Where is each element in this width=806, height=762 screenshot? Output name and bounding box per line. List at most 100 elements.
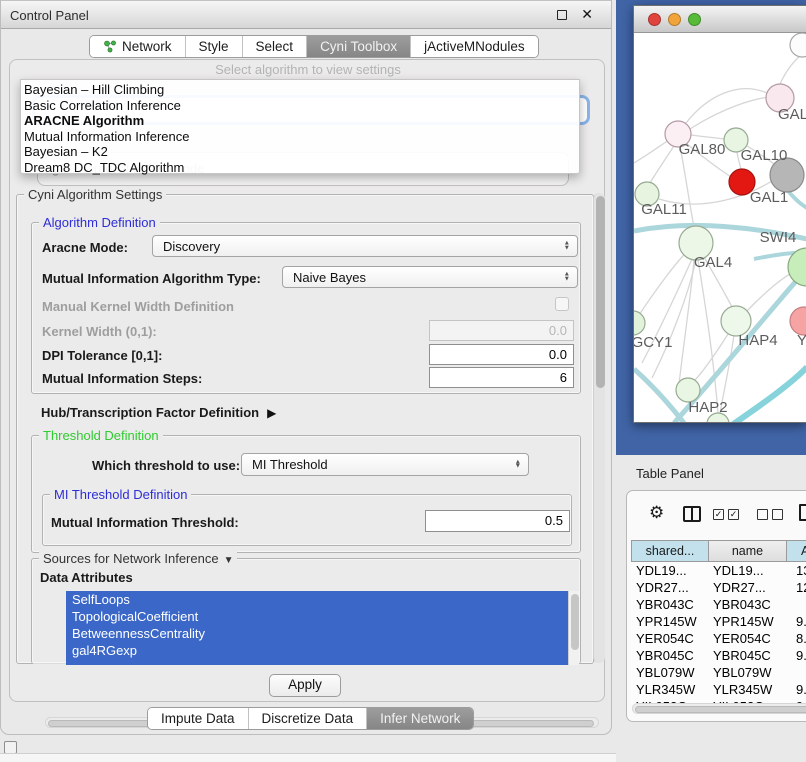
dropdown-item[interactable]: ARACNE Algorithm xyxy=(24,113,579,129)
close-icon[interactable]: ✕ xyxy=(581,6,593,23)
table-row[interactable]: YPR145WYPR145W9. xyxy=(631,613,806,630)
mi-threshold-group: MI Threshold Definition Mutual Informati… xyxy=(42,494,572,546)
table-cell: 8. xyxy=(786,630,806,647)
cyni-algorithm-settings-title: Cyni Algorithm Settings xyxy=(24,187,166,202)
bottom-tabbar: Impute Data Discretize Data Infer Networ… xyxy=(147,707,474,730)
node-label: GAL1 xyxy=(750,189,788,206)
node-label: GAL4 xyxy=(694,254,732,271)
tab-style[interactable]: Style xyxy=(186,36,243,57)
sources-title[interactable]: Sources for Network Inference▼ xyxy=(39,551,237,566)
table-cell: YBR043C xyxy=(631,596,708,613)
table-row[interactable]: YLR345WYLR345W9. xyxy=(631,681,806,698)
cyni-toolbox-panel: Select algorithm to view settings galFil… xyxy=(9,59,605,702)
mi-type-combo[interactable]: Naive Bayes ▲▼ xyxy=(282,266,578,288)
dropdown-item[interactable]: Bayesian – K2 xyxy=(24,144,579,160)
table-row[interactable]: YBR043CYBR043C xyxy=(631,596,806,613)
table-row[interactable]: YDR27...YDR27...12 xyxy=(631,579,806,596)
mac-close-icon[interactable] xyxy=(648,13,661,26)
settings-vscrollbar[interactable] xyxy=(593,193,605,663)
table-cell: 12 xyxy=(786,579,806,596)
which-threshold-combo[interactable]: MI Threshold ▲▼ xyxy=(241,453,529,476)
table-header-row: shared... name A xyxy=(631,540,806,562)
gear-icon[interactable]: ⚙ xyxy=(649,503,664,523)
attribute-list-item[interactable]: BetweennessCentrality xyxy=(66,625,579,642)
network-window-titlebar[interactable] xyxy=(634,6,806,33)
table-cell: YBR043C xyxy=(708,596,786,613)
table-cell xyxy=(786,664,806,681)
kernel-width-label: Kernel Width (0,1): xyxy=(42,324,157,339)
aracne-mode-combo[interactable]: Discovery ▲▼ xyxy=(152,235,578,257)
check-all-icon[interactable]: ✓ xyxy=(713,509,724,520)
hub-section-toggle[interactable]: Hub/Transcription Factor Definition▶ xyxy=(41,405,276,420)
column-header-name[interactable]: name xyxy=(709,541,787,561)
network-edge xyxy=(652,260,696,378)
mi-steps-label: Mutual Information Steps: xyxy=(42,371,202,386)
threshold-definition-group: Threshold Definition Which threshold to … xyxy=(31,435,581,553)
tab-network[interactable]: Network xyxy=(90,36,186,57)
table-cell: 9. xyxy=(786,681,806,698)
tab-infer-network[interactable]: Infer Network xyxy=(367,708,473,729)
float-window-icon[interactable] xyxy=(557,10,567,20)
table-cell: YBR045C xyxy=(631,647,708,664)
tab-discretize-data[interactable]: Discretize Data xyxy=(249,708,368,729)
collapsed-arrow-icon: ▶ xyxy=(267,406,276,420)
node-label: GCY1 xyxy=(634,334,672,351)
sources-group: Sources for Network Inference▼ Data Attr… xyxy=(31,558,581,664)
network-edge xyxy=(634,138,672,163)
dpi-tolerance-field[interactable]: 0.0 xyxy=(429,344,574,365)
network-node[interactable] xyxy=(790,33,806,57)
tab-select[interactable]: Select xyxy=(243,36,308,57)
network-edge xyxy=(690,97,769,129)
dropdown-item[interactable]: Basic Correlation Inference xyxy=(24,98,579,114)
table-row[interactable]: YBL079WYBL079W xyxy=(631,664,806,681)
data-attributes-list[interactable]: SelfLoopsTopologicalCoefficientBetweenne… xyxy=(66,591,579,665)
attribute-list-item[interactable]: gal4RGexp xyxy=(66,642,579,659)
mac-minimize-icon[interactable] xyxy=(668,13,681,26)
table-cell: 9. xyxy=(786,613,806,630)
table-cell: YPR145W xyxy=(708,613,786,630)
control-panel-titlebar[interactable]: Control Panel ✕ xyxy=(1,0,611,29)
table-cell xyxy=(786,596,806,613)
kernel-width-field[interactable]: 0.0 xyxy=(429,320,574,341)
mac-zoom-icon[interactable] xyxy=(688,13,701,26)
dropdown-item[interactable]: Mutual Information Inference xyxy=(24,129,579,145)
dropdown-item[interactable]: Dream8 DC_TDC Algorithm xyxy=(24,160,579,176)
column-header-shared[interactable]: shared... xyxy=(632,541,709,561)
threshold-definition-title: Threshold Definition xyxy=(39,428,163,443)
combo-stepper-icon: ▲▼ xyxy=(564,273,570,282)
manual-kernel-checkbox[interactable] xyxy=(555,297,569,311)
table-hscrollbar[interactable] xyxy=(632,703,806,714)
algorithm-dropdown: Bayesian – Hill ClimbingBasic Correlatio… xyxy=(20,79,580,174)
new-file-icon[interactable] xyxy=(799,504,806,521)
uncheck-all-icon[interactable] xyxy=(757,509,768,520)
tab-cyni-toolbox[interactable]: Cyni Toolbox xyxy=(307,36,411,57)
list-vscrollbar[interactable] xyxy=(568,591,579,665)
tab-jactivemnodules[interactable]: jActiveMNodules xyxy=(411,36,538,57)
network-canvas[interactable]: GALGAL80GAL10GAL1GAL11SWI4GAL4GCY1HAP4YH… xyxy=(634,33,806,423)
attribute-list-item[interactable]: TopologicalCoefficient xyxy=(66,608,579,625)
split-columns-icon[interactable] xyxy=(683,506,701,522)
mi-threshold-field[interactable]: 0.5 xyxy=(425,510,570,532)
table-row[interactable]: YER054CYER054C8. xyxy=(631,630,806,647)
table-row[interactable]: YBR045CYBR045C9. xyxy=(631,647,806,664)
check-all-icon[interactable]: ✓ xyxy=(728,509,739,520)
uncheck-all-icon[interactable] xyxy=(772,509,783,520)
dpi-tolerance-label: DPI Tolerance [0,1]: xyxy=(42,348,162,363)
mi-steps-field[interactable]: 6 xyxy=(429,367,574,388)
table-cell: YLR345W xyxy=(631,681,708,698)
attribute-list-item[interactable]: SelfLoops xyxy=(66,591,579,608)
dropdown-item[interactable]: Bayesian – Hill Climbing xyxy=(24,82,579,98)
apply-button[interactable]: Apply xyxy=(269,674,341,697)
table-cell: 13 xyxy=(786,562,806,579)
network-node[interactable] xyxy=(634,311,645,335)
which-threshold-label: Which threshold to use: xyxy=(92,458,240,473)
tab-impute-data[interactable]: Impute Data xyxy=(148,708,249,729)
column-header-partial[interactable]: A xyxy=(787,541,806,561)
network-view-window[interactable]: GALGAL80GAL10GAL1GAL11SWI4GAL4GCY1HAP4YH… xyxy=(633,5,806,423)
table-card: ⚙ ✓ ✓ shared... name A YDL19...YDL19...1… xyxy=(626,490,806,722)
network-edge xyxy=(732,367,806,423)
table-row[interactable]: YDL19...YDL19...13 xyxy=(631,562,806,579)
network-node[interactable] xyxy=(790,307,806,335)
table-cell: YBR045C xyxy=(708,647,786,664)
table-cell: YDR27... xyxy=(708,579,786,596)
